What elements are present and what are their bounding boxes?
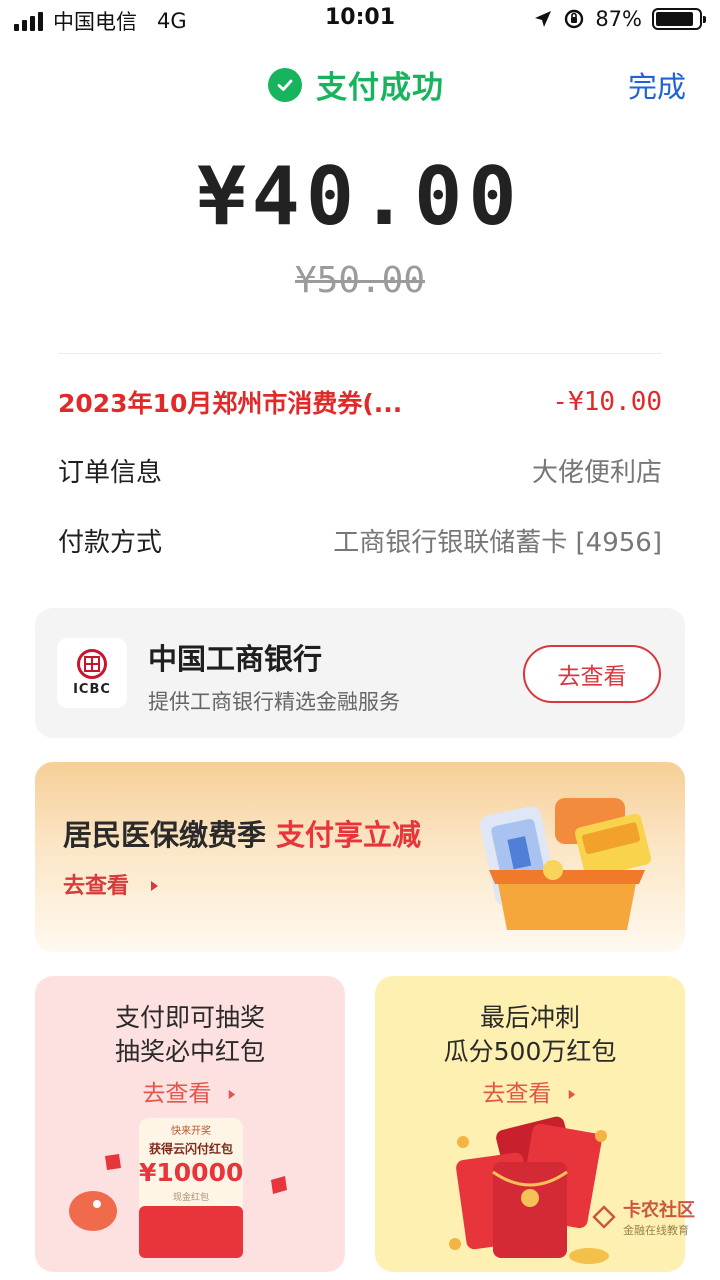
rotation-lock-icon [565, 9, 584, 29]
header: 支付成功 完成 [0, 56, 720, 112]
triangle-right-icon [568, 1089, 575, 1100]
lottery-illustration: 快来开奖 获得云闪付红包 ¥10000 现金红包 [35, 1106, 345, 1272]
status-bar: 中国电信 4G 10:01 87% [0, 0, 720, 40]
red-packet-link-label: 去查看 [482, 1081, 552, 1107]
ticket-top-label: 快来开奖 [171, 1126, 211, 1137]
order-info-label: 订单信息 [58, 457, 163, 488]
done-button[interactable]: 完成 [628, 64, 686, 106]
ticket-amount: ¥10000 [139, 1158, 244, 1187]
success-check-icon [268, 67, 302, 102]
bank-name: 中国工商银行 [148, 642, 323, 676]
lottery-link[interactable]: 去查看 [35, 1074, 345, 1108]
payment-success-title: 支付成功 [268, 62, 444, 107]
battery-percent: 87% [595, 7, 642, 31]
watermark-logo-icon [592, 1205, 616, 1229]
lottery-line1: 支付即可抽奖 [114, 1003, 265, 1032]
bank-card[interactable]: ICBC 中国工商银行 提供工商银行精选金融服务 去查看 [35, 608, 685, 738]
coupon-label: 2023年10月郑州市消费券(... [58, 389, 403, 418]
original-amount: ¥50.00 [294, 260, 426, 301]
order-info-value: 大佬便利店 [531, 457, 662, 488]
promo-link[interactable]: 去查看 [63, 868, 161, 900]
promo-banner[interactable]: 居民医保缴费季 支付享立减 去查看 [35, 762, 685, 952]
payment-method-value: 工商银行银联储蓄卡 [4956] [333, 527, 662, 558]
divider [58, 353, 662, 354]
payment-method-row: 付款方式 工商银行银联储蓄卡 [4956] [58, 518, 662, 562]
ticket-sub: 现金红包 [172, 1193, 209, 1203]
battery-icon [652, 8, 706, 30]
payment-method-label: 付款方式 [58, 527, 163, 558]
coupon-value: -¥10.00 [552, 387, 662, 417]
red-packet-line2: 瓜分500万红包 [443, 1037, 617, 1066]
lottery-link-label: 去查看 [142, 1081, 212, 1107]
red-packet-illustration [375, 1106, 685, 1272]
paid-amount: ¥40.00 [197, 150, 523, 243]
bank-view-button[interactable]: 去查看 [523, 645, 661, 703]
coupon-row: 2023年10月郑州市消费券(... -¥10.00 [58, 380, 662, 424]
watermark: 卡农社区 金融在线教育 [591, 1196, 695, 1238]
order-info-row: 订单信息 大佬便利店 [58, 448, 662, 492]
triangle-right-icon [150, 881, 158, 891]
gift-box-illustration [479, 798, 652, 930]
promo-title-main: 居民医保缴费季 [63, 818, 267, 852]
icbc-logo: ICBC [57, 638, 127, 708]
lottery-card[interactable]: 支付即可抽奖 抽奖必中红包 去查看 快来开奖 获得云闪付红包 ¥10000 现金… [35, 976, 345, 1272]
red-packet-line1: 最后冲刺 [479, 1003, 580, 1032]
triangle-right-icon [228, 1089, 235, 1100]
bank-desc: 提供工商银行精选金融服务 [148, 690, 400, 714]
icbc-logo-text: ICBC [73, 682, 111, 697]
watermark-name: 卡农社区 [623, 1200, 695, 1221]
promo-title: 居民医保缴费季 支付享立减 [63, 812, 421, 854]
promo-link-label: 去查看 [63, 874, 130, 899]
location-arrow-icon [535, 11, 552, 27]
red-packet-link[interactable]: 去查看 [375, 1074, 685, 1108]
lottery-line2: 抽奖必中红包 [114, 1037, 265, 1066]
icbc-logo-mark [77, 649, 107, 679]
watermark-sub: 金融在线教育 [623, 1224, 689, 1237]
promo-title-highlight: 支付享立减 [276, 818, 422, 852]
ticket-caption: 获得云闪付红包 [148, 1142, 233, 1156]
success-text: 支付成功 [316, 70, 444, 106]
